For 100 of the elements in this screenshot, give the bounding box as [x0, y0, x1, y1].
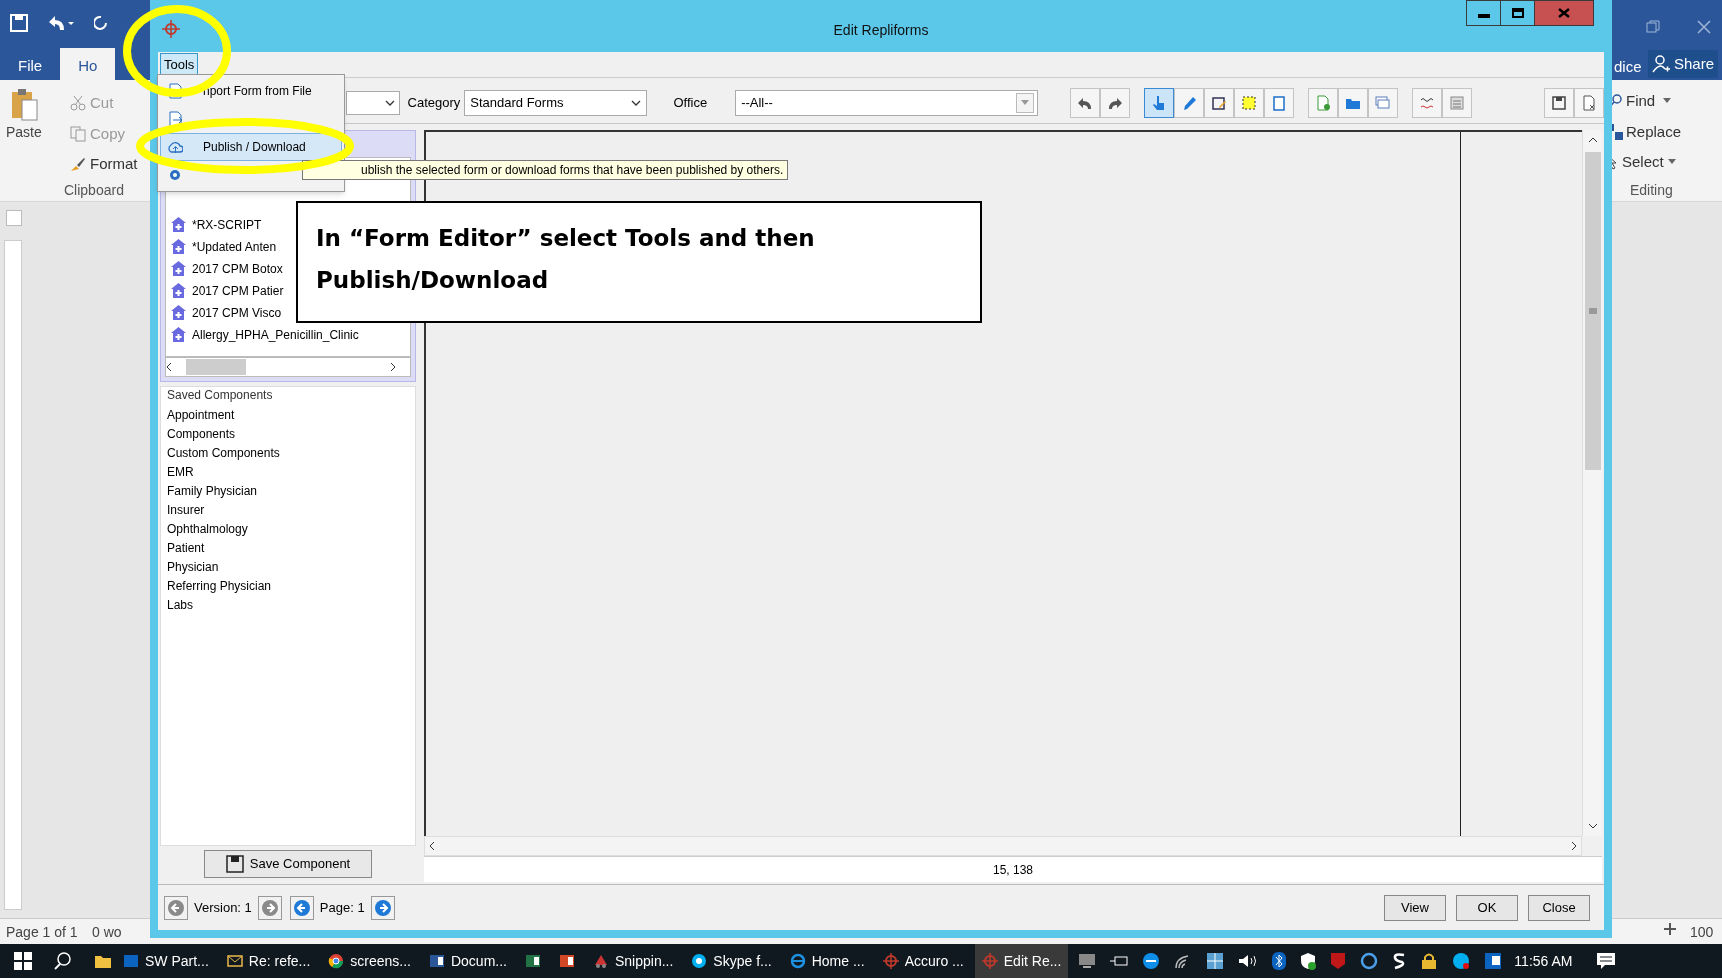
copy-pages-icon — [70, 125, 86, 142]
form-list-item[interactable]: 2017 CPM Visco — [170, 304, 282, 321]
new-page-tool-button[interactable] — [1308, 87, 1338, 118]
taskbar-app-button[interactable]: SW Part... — [116, 944, 216, 978]
m-shield-icon — [1330, 952, 1347, 970]
envelope-icon — [226, 953, 243, 969]
right-arrow-circle-icon — [373, 898, 392, 917]
component-list-item[interactable]: Physician — [167, 560, 409, 575]
cloud-upload-icon — [167, 139, 183, 155]
menu-item[interactable]: Publish / Download — [160, 133, 342, 161]
horizontal-scrollbar[interactable] — [424, 836, 1582, 856]
dropdown[interactable] — [346, 90, 400, 115]
page-text: Page: 1 — [319, 898, 365, 917]
dialog-button[interactable]: Close — [1528, 894, 1590, 921]
edit-box-icon — [1211, 94, 1227, 111]
component-list-item[interactable]: Family Physician — [167, 484, 409, 499]
component-list-item[interactable]: Ophthalmology — [167, 522, 409, 537]
previous-version-button[interactable] — [164, 895, 188, 920]
component-list-item[interactable]: Custom Components — [167, 446, 409, 461]
rectangle-icon — [1271, 94, 1287, 111]
clock-time[interactable]: 11:56 AM — [1514, 950, 1573, 972]
scroll-left-icon[interactable] — [429, 841, 435, 851]
slides-icon — [559, 953, 575, 969]
component-list-item[interactable]: Referring Physician — [167, 579, 409, 594]
save-component-button[interactable]: Save Component — [204, 850, 372, 878]
scrollbar-thumb[interactable] — [1584, 152, 1601, 470]
scroll-right-icon[interactable] — [1571, 841, 1577, 851]
form-list-item[interactable]: 2017 CPM Patier — [170, 282, 284, 299]
instruction-text: In “Form Editor” select Tools and then Publish/Download — [316, 225, 815, 293]
chevron-down-icon — [631, 99, 642, 106]
component-list-item[interactable]: Insurer — [167, 503, 409, 518]
component-list-item[interactable]: Patient — [167, 541, 409, 556]
vertical-scrollbar[interactable] — [1582, 130, 1602, 836]
form-list-item[interactable]: *RX-SCRIPT — [170, 216, 262, 233]
page-count-text: Page 1 of 1 — [6, 923, 78, 942]
restore-window-icon — [1646, 20, 1660, 34]
paste-button[interactable]: Paste — [6, 122, 42, 143]
share-button[interactable]: Share — [1648, 50, 1719, 78]
close-button[interactable] — [1535, 1, 1593, 25]
component-list-item[interactable]: Appointment — [167, 408, 409, 423]
dialog-button[interactable]: View — [1384, 894, 1446, 921]
folder-tool-button[interactable] — [1338, 87, 1368, 118]
redo-arrow-tool-button[interactable] — [1100, 87, 1130, 118]
word-count-text: 0 wo — [92, 923, 122, 942]
menu-item[interactable]: Tools — [160, 52, 199, 77]
form-list-item[interactable]: *Updated Anten — [170, 238, 277, 255]
gear-icon — [167, 167, 183, 183]
pen-icon — [1181, 94, 1197, 111]
taskbar-app-button[interactable]: Accuro ... — [875, 944, 971, 978]
dialog-button[interactable]: OK — [1456, 894, 1518, 921]
edit-box-tool-button[interactable] — [1204, 87, 1234, 118]
pen-tool-button[interactable] — [1174, 87, 1204, 118]
panel-title: Saved Components — [167, 387, 274, 404]
next-version-button[interactable] — [257, 895, 282, 920]
office-dropdown[interactable]: --All-- — [735, 89, 1038, 116]
ribbon-tab[interactable]: Ho — [60, 48, 116, 80]
undo-arrow-tool-button[interactable] — [1070, 87, 1100, 118]
scrollbar-thumb[interactable] — [186, 359, 246, 375]
chat-circle-icon — [691, 953, 708, 969]
dashed-square-tool-button[interactable] — [1234, 87, 1264, 118]
close-icon — [1696, 19, 1712, 35]
rectangle-tool-button[interactable] — [1264, 87, 1294, 118]
taskbar-app-button[interactable]: Edit Re... — [974, 944, 1069, 978]
battery-plug-icon — [1110, 954, 1129, 968]
component-list-item[interactable]: Labs — [167, 598, 409, 613]
next-page-button[interactable] — [370, 895, 395, 920]
cursor-coordinates-text: 15, 138 — [992, 861, 1033, 879]
taskbar-app-button[interactable]: Docum... — [421, 944, 514, 978]
previous-page-button[interactable] — [289, 895, 314, 920]
spreadsheet-icon — [525, 953, 541, 969]
shield-icon — [1300, 952, 1317, 970]
search-icon — [54, 952, 72, 970]
notification-icon — [1596, 952, 1617, 970]
taskbar-app-button[interactable]: Skype f... — [684, 944, 779, 978]
floppy-disk-tool-button[interactable] — [1544, 87, 1574, 118]
category-dropdown[interactable]: Standard Forms — [464, 89, 648, 116]
component-list-item[interactable]: Components — [167, 427, 409, 442]
form-list-item[interactable]: Allergy_HPHA_Penicillin_Clinic — [170, 326, 359, 343]
crosshair-icon — [162, 20, 180, 38]
dashed-square-icon — [1241, 94, 1257, 111]
chevron-down-icon — [384, 99, 395, 106]
undo-arrow-icon — [48, 14, 74, 32]
taskbar-app-button[interactable]: Re: refe... — [219, 944, 318, 978]
form-list-item[interactable]: 2017 CPM Botox — [170, 260, 283, 277]
spelling-squiggle-tool-button[interactable] — [1412, 87, 1442, 118]
version-text: Version: 1 — [194, 898, 252, 917]
list-panel-tool-button[interactable] — [1442, 87, 1472, 118]
network-grid-icon — [1206, 952, 1225, 970]
format-painter-button[interactable]: Format — [90, 153, 138, 176]
taskbar-app-button[interactable]: Snippin... — [586, 944, 681, 978]
ribbon-tab[interactable]: File — [0, 48, 61, 80]
horizontal-scrollbar[interactable] — [165, 357, 411, 377]
component-list-item[interactable]: EMR — [167, 465, 409, 480]
hand-pointer-tool-button[interactable] — [1144, 87, 1174, 118]
caret-icon — [1667, 159, 1676, 166]
zoom-level-text: 100 — [1690, 923, 1714, 942]
taskbar-app-button[interactable]: screens... — [321, 944, 418, 978]
left-arrow-circle-icon — [167, 898, 185, 917]
ribbon-tab[interactable]: dice — [1614, 56, 1642, 79]
taskbar-app-button[interactable]: Home ... — [782, 944, 872, 978]
